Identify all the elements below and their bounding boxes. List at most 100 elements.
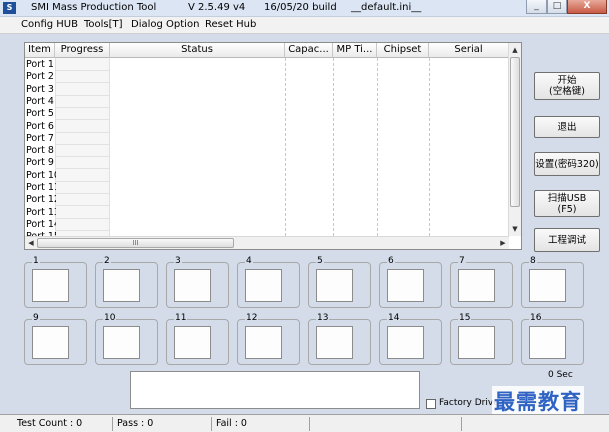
column-divider xyxy=(285,58,286,236)
port-indicator xyxy=(316,326,353,359)
list-item[interactable]: Port 4 xyxy=(26,96,56,108)
list-item[interactable]: Port 1 xyxy=(26,59,56,71)
progress-cell xyxy=(56,133,109,145)
list-item[interactable]: Port 3 xyxy=(26,84,56,96)
window-title: SMI Mass Production Tool xyxy=(31,2,157,13)
list-item[interactable]: Port 5 xyxy=(26,108,56,120)
port-number: 8 xyxy=(529,256,537,266)
port-number: 14 xyxy=(387,313,401,323)
scroll-up-icon[interactable]: ▲ xyxy=(509,44,521,56)
list-item[interactable]: Port 13 xyxy=(26,207,56,219)
list-header: Item Progress Status Capac... MP Ti... C… xyxy=(25,43,509,58)
port-number: 2 xyxy=(103,256,111,266)
title-bar: S SMI Mass Production Tool V 2.5.49 v4 1… xyxy=(0,0,609,17)
port-panel: 2 xyxy=(95,256,158,308)
list-item[interactable]: Port 11 xyxy=(26,182,56,194)
port-indicator xyxy=(458,269,495,302)
port-number: 15 xyxy=(458,313,472,323)
start-button[interactable]: 开始 (空格键) xyxy=(534,72,600,100)
list-item[interactable]: Port 12 xyxy=(26,194,56,206)
port-panel: 6 xyxy=(379,256,442,308)
col-header-status[interactable]: Status xyxy=(110,43,285,58)
col-header-progress[interactable]: Progress xyxy=(55,43,110,58)
progress-cell xyxy=(56,145,109,158)
port-panel: 15 xyxy=(450,313,513,365)
port-list-view[interactable]: Item Progress Status Capac... MP Ti... C… xyxy=(24,42,522,250)
port-indicator xyxy=(32,269,69,302)
build-label: 16/05/20 build xyxy=(264,2,337,13)
port-panel: 4 xyxy=(237,256,300,308)
list-item[interactable]: Port 10 xyxy=(26,170,56,182)
progress-cell xyxy=(56,170,109,182)
col-header-capacity[interactable]: Capac... xyxy=(285,43,333,58)
port-number: 10 xyxy=(103,313,117,323)
port-number: 5 xyxy=(316,256,324,266)
factory-drive-checkbox[interactable] xyxy=(426,399,436,409)
fail-count: Fail : 0 xyxy=(214,417,310,431)
maximize-button[interactable]: □ xyxy=(547,0,567,14)
port-number: 13 xyxy=(316,313,330,323)
column-divider xyxy=(429,58,430,236)
port-panel: 14 xyxy=(379,313,442,365)
col-header-chipset[interactable]: Chipset xyxy=(377,43,429,58)
progress-cell xyxy=(56,194,109,207)
list-item[interactable]: Port 14 xyxy=(26,219,56,231)
exit-button[interactable]: 退出 xyxy=(534,116,600,138)
list-item[interactable]: Port 6 xyxy=(26,121,56,133)
scroll-down-icon[interactable]: ▼ xyxy=(509,223,521,235)
elapsed-timer: 0 Sec xyxy=(548,370,573,380)
port-panel: 9 xyxy=(24,313,87,365)
vertical-scroll-thumb[interactable] xyxy=(510,57,520,207)
port-panel: 10 xyxy=(95,313,158,365)
progress-cell xyxy=(56,182,109,194)
horizontal-scroll-thumb[interactable]: III xyxy=(37,238,234,248)
version-label: V 2.5.49 xyxy=(188,2,230,13)
port-indicator xyxy=(103,326,140,359)
port-indicator xyxy=(458,326,495,359)
progress-cell xyxy=(56,59,109,71)
port-panel: 1 xyxy=(24,256,87,308)
list-item[interactable]: Port 7 xyxy=(26,133,56,145)
scroll-left-icon[interactable]: ◀ xyxy=(25,237,37,249)
menu-tools[interactable]: Tools[T] xyxy=(84,19,123,30)
port-number: 9 xyxy=(32,313,40,323)
col-header-serial[interactable]: Serial xyxy=(429,43,509,58)
port-number: 12 xyxy=(245,313,259,323)
settings-button[interactable]: 设置(密码320) xyxy=(534,152,600,176)
progress-cell xyxy=(56,108,109,121)
col-header-item[interactable]: Item xyxy=(25,43,55,58)
menu-bar: Config HUB Tools[T] Dialog Option Reset … xyxy=(0,17,609,34)
column-divider xyxy=(333,58,334,236)
progress-cell xyxy=(56,157,109,170)
port-indicator xyxy=(529,326,566,359)
status-bar: Test Count : 0 Pass : 0 Fail : 0 xyxy=(0,414,609,432)
scan-usb-button[interactable]: 扫描USB (F5) xyxy=(534,190,600,217)
port-number: 1 xyxy=(32,256,40,266)
port-panel: 11 xyxy=(166,313,229,365)
pass-count: Pass : 0 xyxy=(115,417,212,431)
port-indicator xyxy=(174,269,211,302)
minimize-button[interactable]: _ xyxy=(526,0,547,14)
list-item[interactable]: Port 9 xyxy=(26,157,56,169)
scroll-right-icon[interactable]: ▶ xyxy=(497,237,509,249)
progress-cell xyxy=(56,219,109,231)
col-header-mp-time[interactable]: MP Ti... xyxy=(333,43,377,58)
vertical-scrollbar[interactable]: ▲ ▼ xyxy=(508,43,521,236)
port-number: 6 xyxy=(387,256,395,266)
port-indicator xyxy=(387,269,424,302)
menu-config-hub[interactable]: Config HUB xyxy=(21,19,78,30)
engineering-debug-button[interactable]: 工程调试 xyxy=(534,228,600,252)
port-number: 7 xyxy=(458,256,466,266)
close-button[interactable]: X xyxy=(567,0,607,14)
menu-reset-hub[interactable]: Reset Hub xyxy=(205,19,256,30)
menu-dialog-option[interactable]: Dialog Option xyxy=(131,19,199,30)
port-panel: 7 xyxy=(450,256,513,308)
port-number: 16 xyxy=(529,313,543,323)
progress-cell xyxy=(56,71,109,84)
horizontal-scrollbar[interactable]: ◀ III ▶ xyxy=(25,236,509,249)
port-indicator xyxy=(32,326,69,359)
list-item[interactable]: Port 2 xyxy=(26,71,56,83)
port-indicator xyxy=(174,326,211,359)
progress-cell xyxy=(56,96,109,108)
list-item[interactable]: Port 8 xyxy=(26,145,56,157)
